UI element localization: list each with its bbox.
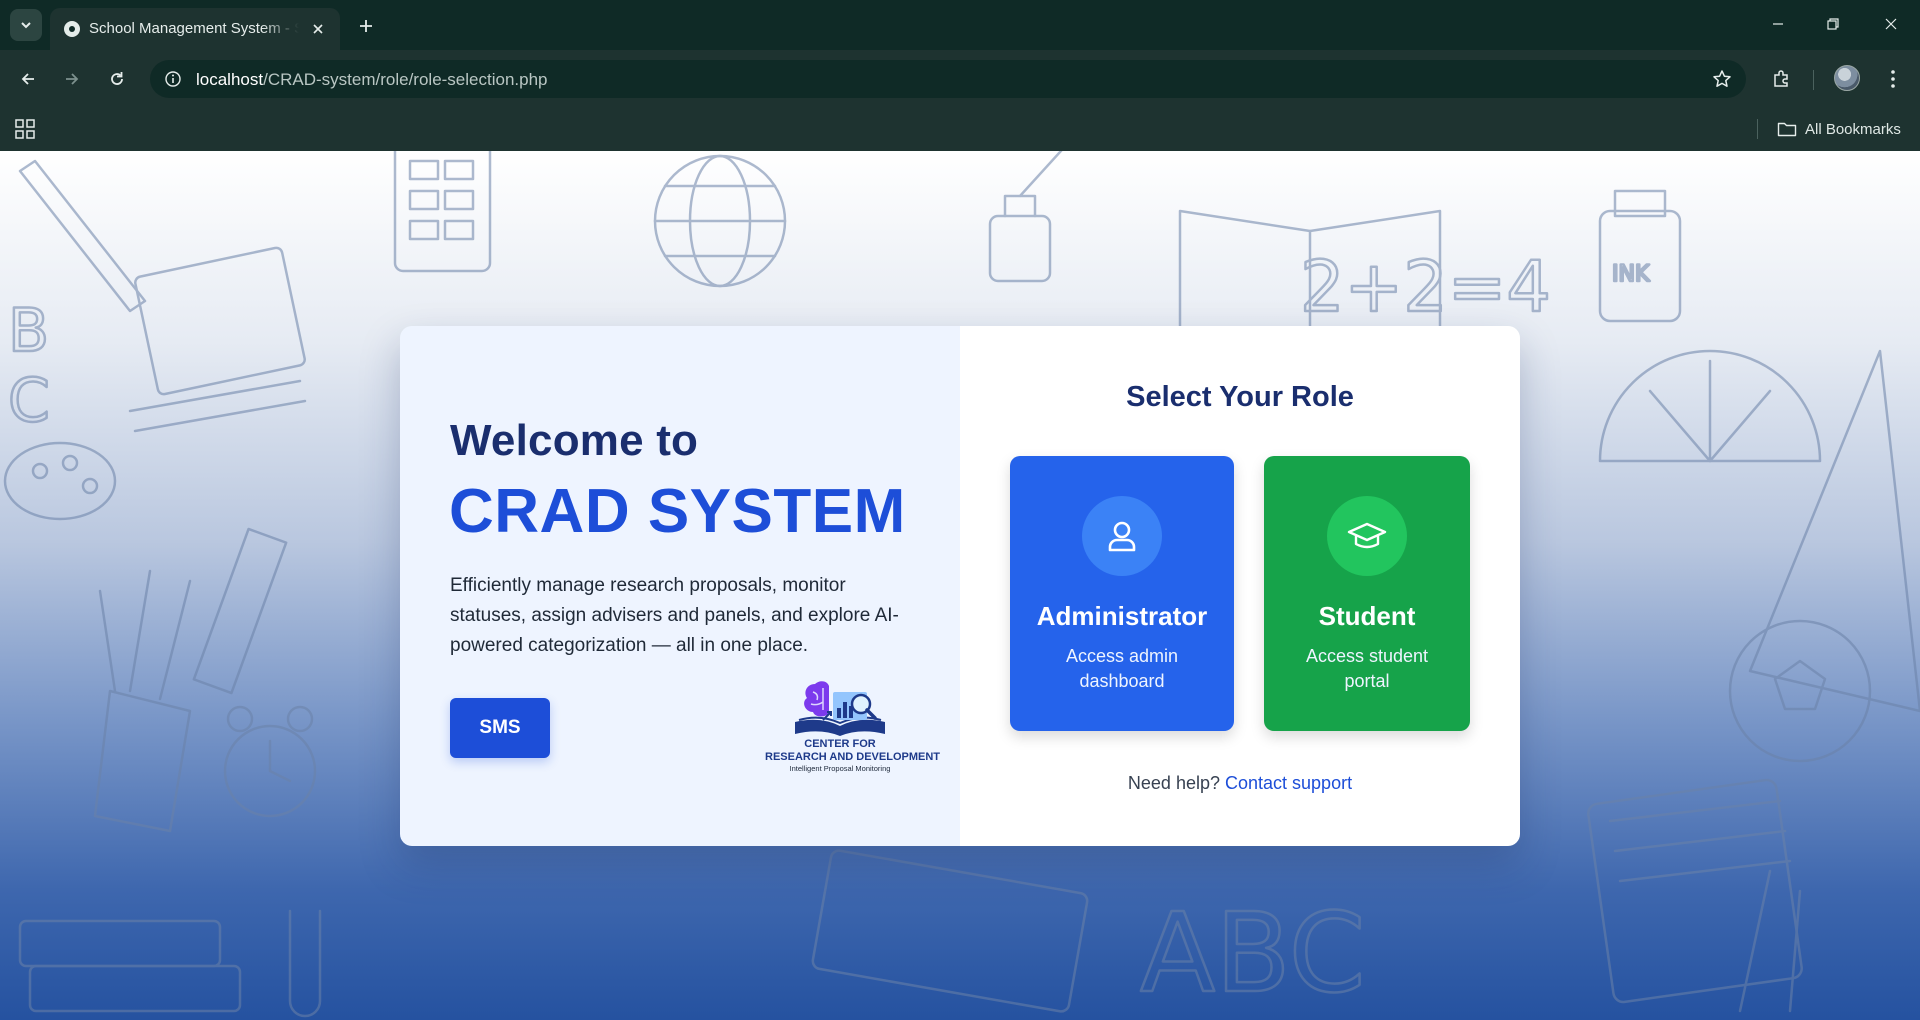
extensions-button[interactable] [1765, 63, 1797, 95]
brand-heading: CRAD SYSTEM [449, 477, 906, 546]
graduation-cap-icon [1347, 522, 1387, 549]
brain-book-logo-icon [795, 681, 885, 736]
url-text: localhost/CRAD-system/role/role-selectio… [196, 70, 548, 90]
site-info-button[interactable] [160, 66, 186, 92]
administrator-label: Administrator [1036, 601, 1208, 631]
new-tab-button[interactable] [352, 12, 380, 40]
all-bookmarks-label: All Bookmarks [1805, 120, 1901, 138]
user-icon [1108, 521, 1136, 552]
help-line: Need help? Contact support [960, 773, 1520, 794]
administrator-description: Access admin dashboard [1065, 646, 1179, 691]
minimize-icon [1773, 23, 1783, 25]
browser-toolbar: localhost/CRAD-system/role/role-selectio… [0, 50, 1920, 108]
window-close-icon [1885, 18, 1897, 30]
admin-icon-circle [1082, 496, 1162, 576]
logo-text-line1: CENTER FOR [804, 738, 876, 750]
restore-button[interactable] [1813, 8, 1853, 40]
bookmarks-divider [1757, 119, 1758, 139]
reload-icon [111, 72, 123, 85]
kebab-menu-icon [1891, 70, 1895, 88]
browser-menu-button[interactable] [1877, 63, 1909, 95]
administrator-role-card[interactable]: Administrator Access admin dashboard [1010, 456, 1234, 731]
address-bar[interactable]: localhost/CRAD-system/role/role-selectio… [150, 60, 1746, 98]
folder-icon [1777, 122, 1797, 137]
window-close-button[interactable] [1871, 8, 1911, 40]
profile-avatar[interactable] [1834, 65, 1860, 91]
forward-button[interactable] [56, 63, 88, 95]
svg-text:B: B [8, 296, 49, 366]
toolbar-divider [1813, 70, 1814, 90]
svg-text:2+2=4: 2+2=4 [1300, 246, 1551, 328]
hero-description: Efficiently manage research proposals, m… [450, 575, 899, 656]
role-title: Select Your Role [1126, 381, 1354, 413]
svg-text:INK: INK [1612, 262, 1650, 287]
logo-text-line3: Intelligent Proposal Monitoring [789, 764, 891, 773]
svg-text:C: C [8, 366, 50, 436]
bookmark-star-button[interactable] [1710, 67, 1734, 91]
back-button[interactable] [12, 63, 44, 95]
reload-button[interactable] [101, 63, 133, 95]
student-label: Student [1318, 601, 1416, 631]
site-info-icon [165, 71, 181, 87]
crad-logo: CENTER FOR RESEARCH AND DEVELOPMENT Inte… [765, 676, 940, 788]
student-description: Access student portal [1305, 646, 1429, 691]
apps-grid-icon[interactable] [14, 118, 36, 140]
close-icon [313, 24, 323, 34]
url-host: localhost [196, 70, 264, 89]
restore-icon [1827, 18, 1839, 30]
student-role-card[interactable]: Student Access student portal [1264, 456, 1470, 731]
student-icon-circle [1327, 496, 1407, 576]
tab-close-button[interactable] [308, 19, 328, 39]
minimize-button[interactable] [1758, 8, 1798, 40]
bookmarks-bar: All Bookmarks [0, 108, 1920, 151]
page-viewport: B C ABC INK 2+2=4 Welcome to CRAD SYSTEM… [0, 151, 1920, 1020]
tab-search-button[interactable] [10, 9, 42, 41]
contact-support-link[interactable]: Contact support [1225, 773, 1352, 793]
extensions-icon [1774, 70, 1788, 87]
logo-text-line2: RESEARCH AND DEVELOPMENT [765, 751, 940, 763]
back-arrow-icon [21, 73, 34, 85]
url-path: /CRAD-system/role/role-selection.php [263, 70, 548, 89]
star-icon [1713, 70, 1731, 87]
all-bookmarks-button[interactable]: All Bookmarks [1777, 117, 1901, 141]
plus-icon [360, 20, 372, 32]
chevron-down-icon [21, 22, 31, 29]
forward-arrow-icon [66, 73, 79, 85]
tab-strip: School Management System - S [0, 0, 1920, 50]
welcome-heading: Welcome to [450, 416, 699, 465]
favicon-icon [64, 21, 80, 37]
browser-tab[interactable]: School Management System - S [50, 8, 340, 50]
help-text: Need help? [1127, 773, 1220, 793]
role-selection-card: Welcome to CRAD SYSTEM Efficiently manag… [400, 326, 1520, 846]
sms-button[interactable]: SMS [450, 698, 550, 758]
svg-text:ABC: ABC [1140, 889, 1366, 1017]
tab-title: School Management System - S [89, 20, 299, 37]
welcome-panel: Welcome to CRAD SYSTEM Efficiently manag… [400, 326, 960, 846]
role-panel: Select Your Role Administrator Access ad… [960, 326, 1520, 846]
